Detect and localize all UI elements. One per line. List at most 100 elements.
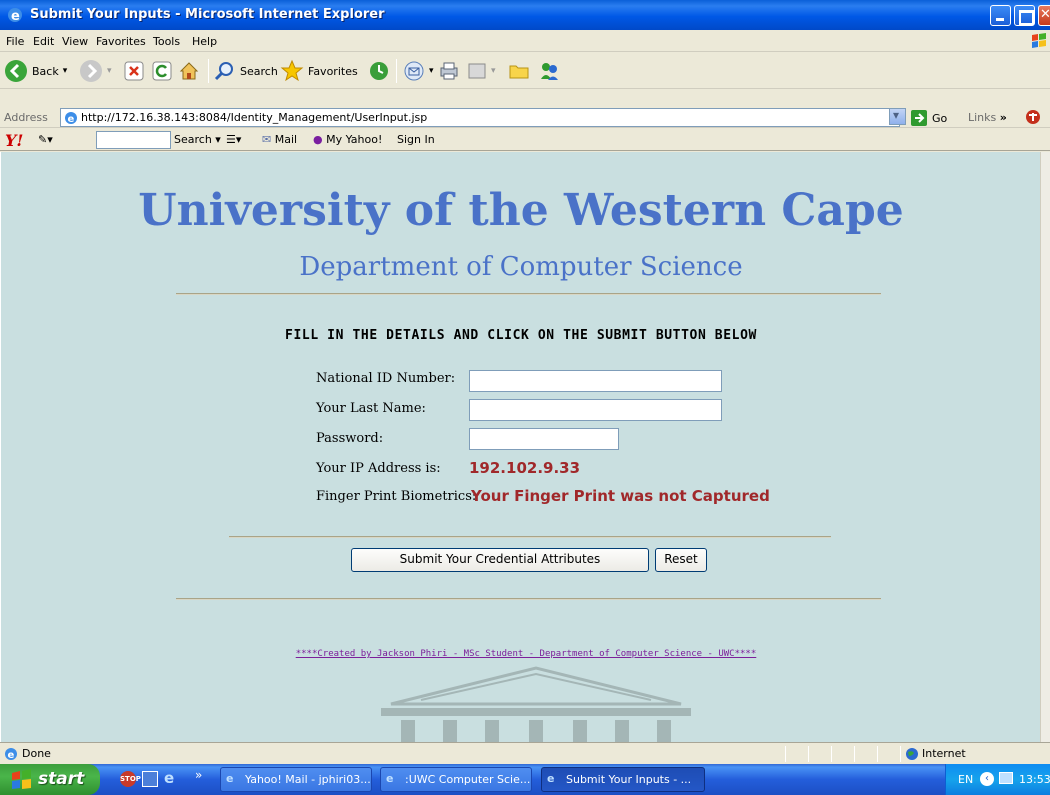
translate-icon[interactable] bbox=[1024, 108, 1042, 126]
stop-button[interactable] bbox=[124, 57, 144, 85]
national-id-label: National ID Number: bbox=[316, 371, 456, 386]
reset-button[interactable]: Reset bbox=[655, 548, 707, 572]
address-url: http://172.16.38.143:8084/Identity_Manag… bbox=[81, 111, 428, 124]
links-label: Links bbox=[968, 111, 997, 124]
mail-button[interactable]: ▾ bbox=[403, 57, 434, 85]
back-label: Back bbox=[32, 64, 59, 78]
fingerprint-label: Finger Print Biometrics: bbox=[316, 489, 477, 504]
status-divider bbox=[785, 746, 786, 762]
home-icon bbox=[179, 62, 199, 80]
taskbar-item-uwc[interactable]: e :UWC Computer Scie... bbox=[380, 767, 532, 792]
page-subheading: Department of Computer Science bbox=[299, 252, 743, 282]
favorites-button[interactable]: Favorites bbox=[280, 57, 358, 85]
toolbar-separator bbox=[208, 59, 209, 83]
favorites-label: Favorites bbox=[308, 64, 358, 78]
quicklaunch-stop-icon[interactable]: STOP bbox=[120, 771, 141, 787]
quicklaunch-more-icon[interactable]: » bbox=[195, 768, 202, 782]
windows-flag-icon bbox=[1028, 32, 1050, 50]
tray-network-icon[interactable] bbox=[999, 772, 1013, 784]
vertical-scrollbar[interactable] bbox=[1040, 152, 1050, 742]
last-name-label: Your Last Name: bbox=[316, 401, 426, 416]
go-button[interactable]: Go bbox=[910, 109, 947, 127]
taskbar-ie-icon: e bbox=[226, 772, 234, 785]
tray-arrow-icon[interactable]: ‹ bbox=[980, 772, 994, 786]
credit-link[interactable]: ****Created by Jackson Phiri - MSc Stude… bbox=[1, 649, 1040, 659]
windows-flag-icon bbox=[12, 769, 31, 789]
back-button[interactable]: Back ▾ bbox=[4, 57, 67, 85]
maximize-button[interactable] bbox=[1014, 5, 1035, 26]
taskbar-item-submit-inputs[interactable]: e Submit Your Inputs - ... bbox=[541, 767, 705, 792]
menu-file[interactable]: File bbox=[6, 35, 24, 48]
forward-arrow-icon bbox=[80, 60, 102, 82]
menu-view[interactable]: View bbox=[62, 35, 88, 48]
chevron-down-icon: ▾ bbox=[107, 66, 112, 76]
page-content: University of the Western Cape Departmen… bbox=[0, 152, 1040, 742]
taskbar: start STOP e » e Yahoo! Mail - jphiri03.… bbox=[0, 764, 1050, 795]
start-button[interactable]: start bbox=[0, 764, 100, 795]
title-bar: e Submit Your Inputs - Microsoft Interne… bbox=[0, 0, 1050, 30]
menu-help[interactable]: Help bbox=[192, 35, 217, 48]
status-divider bbox=[854, 746, 855, 762]
ip-address-value: 192.102.9.33 bbox=[469, 459, 581, 477]
menu-favorites[interactable]: Favorites bbox=[96, 35, 146, 48]
start-label: start bbox=[38, 769, 85, 789]
menu-bar: File Edit View Favorites Tools Help bbox=[0, 30, 1050, 52]
yahoo-toolbar: Y! ✎▾ Search ▾ ☰▾ ✉ Mail ● My Yahoo! Sig… bbox=[0, 129, 1050, 151]
edit-button[interactable]: ▾ bbox=[467, 57, 496, 85]
svg-text:e: e bbox=[11, 9, 20, 24]
address-dropdown[interactable] bbox=[889, 108, 906, 125]
search-button[interactable]: Search bbox=[214, 57, 278, 85]
status-divider bbox=[808, 746, 809, 762]
status-divider bbox=[900, 746, 901, 762]
yahoo-mail-label: Mail bbox=[274, 133, 298, 146]
national-id-input[interactable] bbox=[469, 370, 722, 392]
print-button[interactable] bbox=[438, 57, 460, 85]
yahoo-search-button[interactable]: Search ▾ bbox=[174, 133, 221, 146]
submit-button[interactable]: Submit Your Credential Attributes bbox=[351, 548, 649, 572]
system-tray: EN ‹ 13:53 bbox=[945, 764, 1050, 795]
last-name-input[interactable] bbox=[469, 399, 722, 421]
taskbar-ie-icon: e bbox=[547, 772, 555, 785]
yahoo-search-input[interactable] bbox=[96, 131, 171, 149]
home-button[interactable] bbox=[178, 57, 200, 85]
password-input[interactable] bbox=[469, 428, 619, 450]
toolbar-separator bbox=[396, 59, 397, 83]
quicklaunch-ie-icon[interactable]: e bbox=[164, 769, 174, 787]
pencil-icon[interactable]: ✎▾ bbox=[38, 133, 53, 146]
address-input[interactable]: e http://172.16.38.143:8084/Identity_Man… bbox=[60, 108, 900, 127]
svg-text:e: e bbox=[68, 114, 75, 125]
quicklaunch-app-icon[interactable] bbox=[142, 771, 158, 787]
address-label: Address bbox=[4, 111, 48, 124]
history-button[interactable] bbox=[368, 57, 390, 85]
menu-tools[interactable]: Tools bbox=[153, 35, 180, 48]
window-title: Submit Your Inputs - Microsoft Internet … bbox=[30, 7, 385, 22]
taskbar-item-label: :UWC Computer Scie... bbox=[405, 773, 531, 786]
folder-icon bbox=[509, 65, 529, 79]
stop-icon bbox=[124, 61, 144, 81]
yahoo-logo[interactable]: Y! bbox=[5, 131, 23, 150]
my-yahoo-button[interactable]: ● My Yahoo! bbox=[313, 133, 382, 146]
yahoo-mail-button[interactable]: ✉ Mail bbox=[262, 133, 297, 146]
refresh-button[interactable] bbox=[152, 57, 172, 85]
chevron-down-icon: ▾ bbox=[429, 66, 434, 76]
taskbar-item-yahoo-mail[interactable]: e Yahoo! Mail - jphiri03... bbox=[220, 767, 372, 792]
edit-icon bbox=[468, 63, 486, 79]
yahoo-menu-icon[interactable]: ☰▾ bbox=[226, 133, 241, 146]
standard-toolbar: Back ▾ ▾ Search Favorites ▾ ▾ bbox=[0, 53, 1050, 89]
fingerprint-status: Your Finger Print was not Captured bbox=[471, 487, 770, 505]
folder-button[interactable] bbox=[508, 57, 530, 85]
mail-icon bbox=[404, 61, 424, 81]
sign-in-button[interactable]: Sign In bbox=[397, 133, 435, 146]
messenger-button[interactable] bbox=[538, 57, 560, 85]
close-button[interactable] bbox=[1038, 5, 1050, 26]
divider bbox=[176, 598, 881, 600]
divider bbox=[229, 536, 831, 538]
links-button[interactable]: Links » bbox=[968, 111, 1007, 124]
go-label: Go bbox=[932, 111, 948, 125]
forward-button[interactable]: ▾ bbox=[79, 57, 112, 85]
menu-edit[interactable]: Edit bbox=[33, 35, 54, 48]
language-indicator[interactable]: EN bbox=[958, 773, 973, 786]
status-divider bbox=[877, 746, 878, 762]
chevron-down-icon: ▾ bbox=[62, 66, 68, 76]
minimize-button[interactable] bbox=[990, 5, 1011, 26]
